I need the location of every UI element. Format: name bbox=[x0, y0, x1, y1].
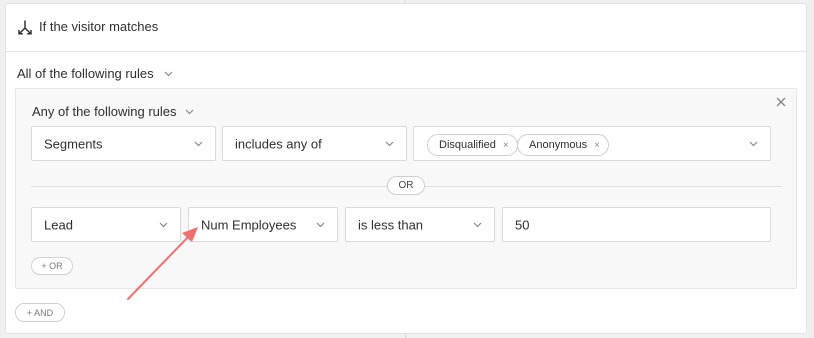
chevron-down-icon bbox=[385, 141, 394, 146]
rule-source-value: Segments bbox=[44, 136, 103, 151]
card-title: If the visitor matches bbox=[39, 19, 159, 34]
inner-match-mode-label: Any of the following rules bbox=[32, 104, 177, 119]
rule-attribute-value: Num Employees bbox=[201, 217, 297, 232]
bottom-divider-line bbox=[405, 334, 406, 338]
rule-source-select[interactable]: Segments bbox=[31, 126, 216, 161]
rule-source-value: Lead bbox=[44, 217, 73, 232]
rule-attribute-select[interactable]: Num Employees bbox=[188, 207, 338, 242]
add-and-button[interactable]: + AND bbox=[15, 303, 65, 322]
chevron-down-icon bbox=[194, 141, 203, 146]
rule-operator-select[interactable]: includes any of bbox=[222, 126, 407, 161]
segments-multiselect[interactable]: Disqualified × Anonymous × bbox=[413, 126, 771, 161]
segment-tag: Disqualified × bbox=[427, 134, 518, 156]
rule-value-text: 50 bbox=[515, 217, 530, 232]
chevron-down-icon bbox=[749, 141, 758, 146]
rule-value-input[interactable]: 50 bbox=[502, 207, 771, 242]
chevron-down-icon bbox=[185, 109, 193, 114]
chevron-down-icon bbox=[159, 222, 168, 227]
outer-match-mode-select[interactable]: All of the following rules bbox=[17, 66, 173, 81]
chevron-down-icon bbox=[164, 71, 173, 76]
or-separator: OR bbox=[387, 176, 425, 195]
rule-card: If the visitor matches All of the follow… bbox=[5, 3, 807, 334]
inner-match-mode-select[interactable]: Any of the following rules bbox=[32, 104, 194, 119]
segment-tag-label: Anonymous bbox=[529, 139, 588, 151]
rule-operator-select[interactable]: is less than bbox=[345, 207, 495, 242]
rule-group: Any of the following rules Segments incl… bbox=[15, 88, 797, 289]
outer-match-mode-label: All of the following rules bbox=[17, 66, 154, 81]
rule-source-select[interactable]: Lead bbox=[31, 207, 181, 242]
card-header: If the visitor matches bbox=[6, 4, 806, 52]
rule-operator-value: includes any of bbox=[235, 136, 322, 151]
merge-arrows-icon bbox=[18, 20, 32, 35]
rule-operator-value: is less than bbox=[358, 217, 424, 232]
remove-tag-icon[interactable]: × bbox=[594, 140, 600, 151]
segment-tag: Anonymous × bbox=[517, 134, 609, 156]
chevron-down-icon bbox=[316, 222, 325, 227]
add-or-button[interactable]: + OR bbox=[31, 257, 73, 275]
chevron-down-icon bbox=[473, 222, 482, 227]
segment-tag-label: Disqualified bbox=[439, 139, 496, 151]
remove-tag-icon[interactable]: × bbox=[503, 140, 509, 151]
close-icon[interactable] bbox=[774, 95, 788, 109]
